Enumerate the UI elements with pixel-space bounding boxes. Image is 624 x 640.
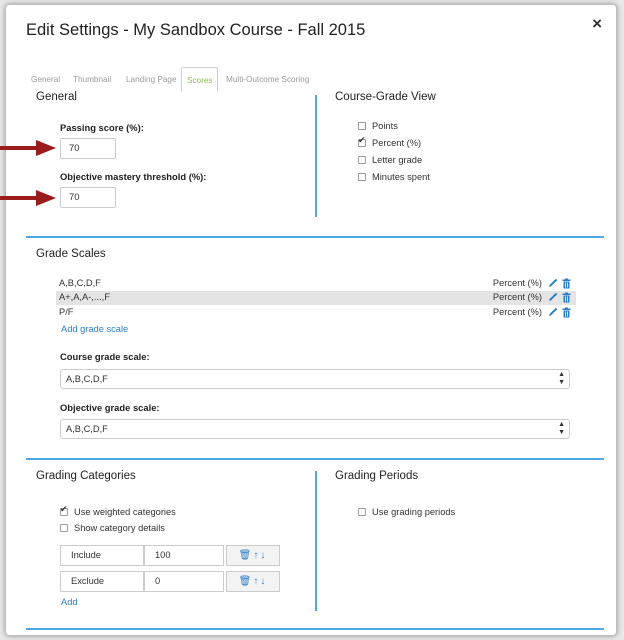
arrow-down-icon[interactable]: ↓ bbox=[260, 550, 267, 561]
column-divider bbox=[315, 95, 317, 217]
trash-icon[interactable] bbox=[561, 292, 572, 303]
arrow-down-icon[interactable]: ↓ bbox=[260, 576, 267, 587]
category-weight-input[interactable]: 100 bbox=[144, 545, 224, 566]
checkbox-percent[interactable]: ✔ bbox=[358, 135, 366, 147]
general-section-title: General bbox=[36, 91, 77, 103]
objective-grade-scale-select[interactable]: A,B,C,D,F ▲ ▼ bbox=[60, 419, 570, 439]
grade-scale-row: A+,A,A-,...,F Percent (%) bbox=[56, 291, 576, 305]
section-divider bbox=[26, 236, 604, 238]
objective-mastery-label: Objective mastery threshold (%): bbox=[60, 171, 207, 182]
trash-icon[interactable]: 🗑 bbox=[239, 576, 254, 587]
tab-scores[interactable]: Scores bbox=[181, 67, 219, 92]
checkbox-letter-grade[interactable] bbox=[358, 156, 366, 164]
tab-landing-page[interactable]: Landing Page bbox=[126, 67, 177, 92]
option-points[interactable]: Points bbox=[358, 121, 398, 131]
trash-icon[interactable]: 🗑 bbox=[239, 550, 254, 561]
use-weighted-categories[interactable]: ✔ Use weighted categories bbox=[60, 504, 176, 517]
check-icon: ✔ bbox=[60, 504, 68, 514]
course-grade-scale-select[interactable]: A,B,C,D,F ▲ ▼ bbox=[60, 369, 570, 389]
select-caret-icon: ▲ ▼ bbox=[558, 421, 565, 436]
option-minutes-spent[interactable]: Minutes spent bbox=[358, 172, 430, 182]
checkbox-points[interactable] bbox=[358, 122, 366, 130]
column-divider bbox=[315, 471, 317, 611]
option-percent[interactable]: ✔ Percent (%) bbox=[358, 135, 421, 148]
checkbox-use-grading-periods[interactable] bbox=[358, 508, 366, 516]
category-name-input[interactable]: Include bbox=[60, 545, 144, 566]
close-button[interactable]: × bbox=[592, 15, 602, 32]
grade-scale-name: P/F bbox=[59, 307, 74, 317]
grade-scales-title: Grade Scales bbox=[36, 248, 106, 260]
grade-scale-name: A,B,C,D,F bbox=[59, 278, 101, 288]
category-name-input[interactable]: Exclude bbox=[60, 571, 144, 592]
tab-multi-outcome-scoring[interactable]: Multi-Outcome Scoring bbox=[226, 67, 309, 92]
category-actions: 🗑↑↓ bbox=[226, 571, 280, 592]
tab-thumbnail[interactable]: Thumbnail bbox=[73, 67, 111, 92]
category-actions: 🗑↑↓ bbox=[226, 545, 280, 566]
grade-scale-row: A,B,C,D,F Percent (%) bbox=[56, 277, 576, 291]
grade-scale-row: P/F Percent (%) bbox=[56, 306, 576, 320]
add-category-link[interactable]: Add bbox=[61, 597, 78, 607]
pencil-icon[interactable] bbox=[547, 307, 558, 318]
course-grade-view-title: Course-Grade View bbox=[335, 91, 436, 103]
select-caret-icon: ▲ ▼ bbox=[558, 371, 565, 386]
pencil-icon[interactable] bbox=[547, 292, 558, 303]
checkbox-show-details[interactable] bbox=[60, 524, 68, 532]
trash-icon[interactable] bbox=[561, 307, 572, 318]
red-arrow-icon bbox=[0, 140, 56, 156]
use-grading-periods[interactable]: Use grading periods bbox=[358, 507, 455, 517]
category-weight-input[interactable]: 0 bbox=[144, 571, 224, 592]
grading-periods-title: Grading Periods bbox=[335, 470, 419, 482]
checkbox-minutes-spent[interactable] bbox=[358, 173, 366, 181]
dialog-title: Edit Settings - My Sandbox Course - Fall… bbox=[26, 21, 366, 39]
grading-categories-title: Grading Categories bbox=[36, 470, 136, 482]
red-arrow-icon bbox=[0, 190, 56, 206]
tab-general[interactable]: General bbox=[31, 67, 60, 92]
objective-mastery-input[interactable]: 70 bbox=[60, 187, 116, 208]
grade-scale-type: Percent (%) bbox=[492, 292, 542, 302]
check-icon: ✔ bbox=[358, 135, 366, 145]
section-divider bbox=[26, 628, 604, 630]
section-divider bbox=[26, 458, 604, 460]
passing-score-input[interactable]: 70 bbox=[60, 138, 116, 159]
option-letter-grade[interactable]: Letter grade bbox=[358, 155, 422, 165]
show-category-details[interactable]: Show category details bbox=[60, 523, 165, 533]
trash-icon[interactable] bbox=[561, 278, 572, 289]
passing-score-label: Passing score (%): bbox=[60, 122, 144, 133]
grade-scale-type: Percent (%) bbox=[492, 278, 542, 288]
course-grade-scale-label: Course grade scale: bbox=[60, 351, 150, 362]
edit-settings-dialog: Edit Settings - My Sandbox Course - Fall… bbox=[5, 4, 617, 636]
grade-scale-type: Percent (%) bbox=[492, 307, 542, 317]
grade-scale-name: A+,A,A-,...,F bbox=[59, 292, 110, 302]
add-grade-scale-link[interactable]: Add grade scale bbox=[61, 324, 128, 334]
pencil-icon[interactable] bbox=[547, 278, 558, 289]
checkbox-use-weighted[interactable]: ✔ bbox=[60, 504, 68, 516]
objective-grade-scale-label: Objective grade scale: bbox=[60, 402, 160, 413]
